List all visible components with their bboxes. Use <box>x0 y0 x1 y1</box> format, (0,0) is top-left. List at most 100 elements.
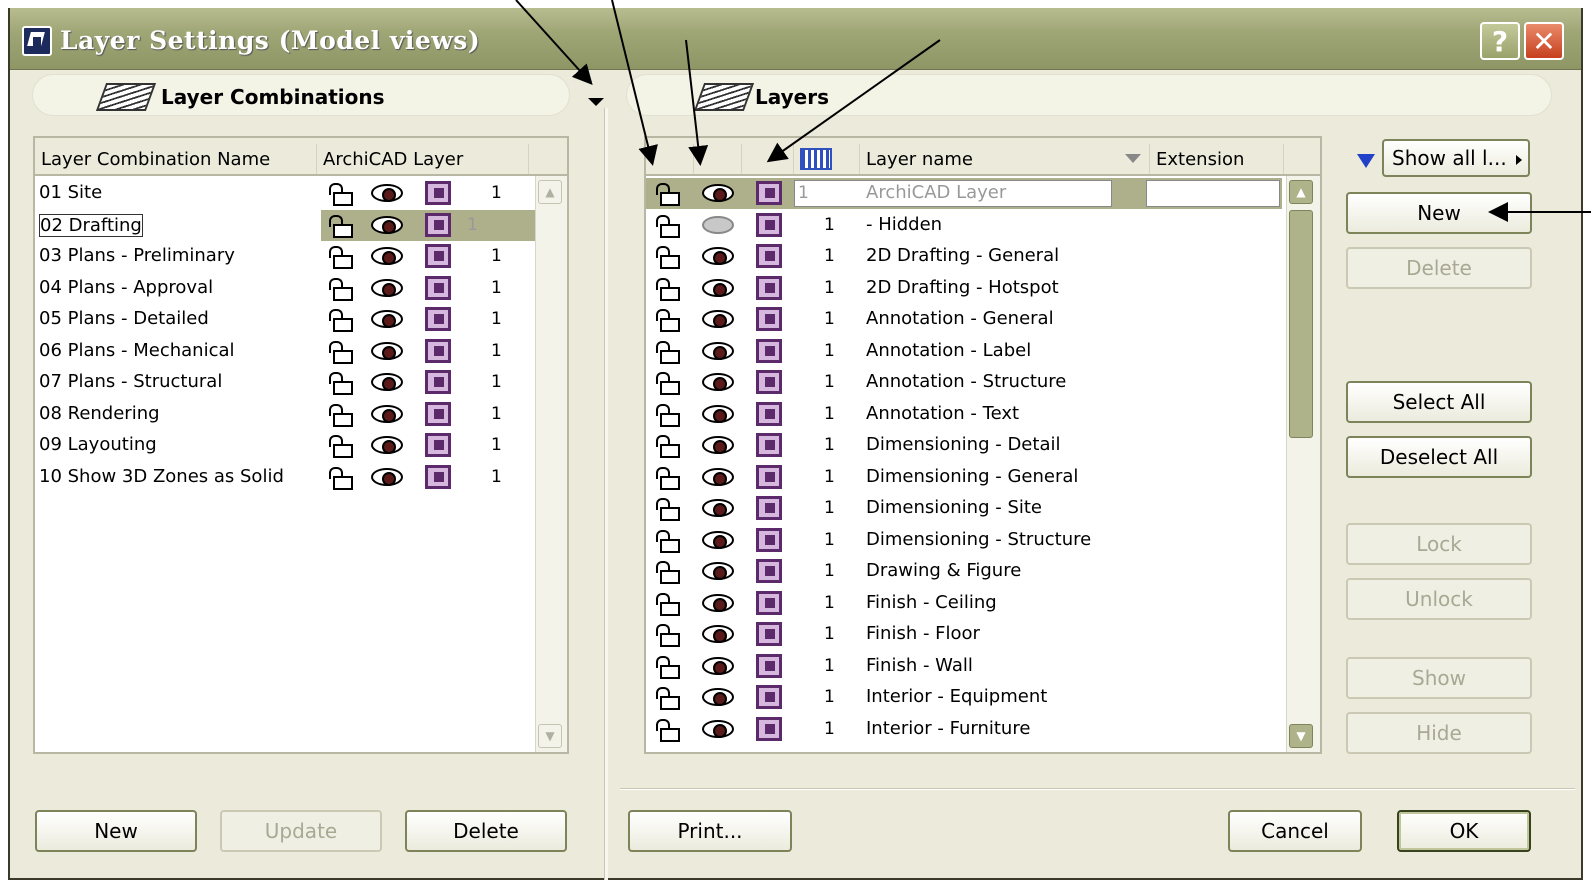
filter-icon[interactable] <box>1357 154 1375 168</box>
lock-icon[interactable] <box>654 561 680 584</box>
layer-row[interactable]: 1 2D Drafting - General <box>646 241 1282 272</box>
print-button[interactable]: Print... <box>628 810 792 852</box>
wireframe-icon[interactable] <box>756 559 782 583</box>
lock-icon[interactable] <box>654 498 680 521</box>
eye-icon[interactable] <box>702 562 734 580</box>
update-combination-button[interactable]: Update <box>220 810 382 852</box>
wireframe-icon[interactable] <box>756 527 782 552</box>
combination-row[interactable]: 02 Drafting 1 <box>35 209 537 241</box>
ok-button[interactable]: OK <box>1397 810 1531 852</box>
lock-icon[interactable] <box>654 687 680 710</box>
layer-row[interactable]: 1 Drawing & Figure <box>646 556 1282 587</box>
wireframe-icon[interactable] <box>756 653 782 678</box>
lock-icon[interactable] <box>327 183 353 206</box>
eye-icon[interactable] <box>702 499 734 517</box>
wireframe-icon[interactable] <box>425 212 451 237</box>
scroll-thumb[interactable] <box>1289 210 1313 438</box>
col-layer-name[interactable]: Layer name <box>860 144 1150 174</box>
lock-icon[interactable] <box>654 309 680 332</box>
wireframe-icon[interactable] <box>756 590 782 615</box>
lock-icon[interactable] <box>327 214 353 238</box>
show-filter-dropdown[interactable]: Show all l... <box>1382 139 1530 177</box>
col-combination-name[interactable]: Layer Combination Name <box>35 144 317 174</box>
eye-icon[interactable] <box>702 688 734 706</box>
lock-icon[interactable] <box>327 246 353 269</box>
eye-icon[interactable] <box>371 310 403 328</box>
eye-icon[interactable] <box>371 184 403 202</box>
wireframe-icon[interactable] <box>425 181 451 205</box>
eye-icon[interactable] <box>702 530 734 549</box>
deselect-all-button[interactable]: Deselect All <box>1346 436 1532 478</box>
wireframe-icon[interactable] <box>425 338 451 363</box>
layer-row[interactable]: 1 - Hidden <box>646 210 1282 241</box>
layer-row[interactable]: 1 Dimensioning - Site <box>646 493 1282 524</box>
wireframe-icon[interactable] <box>756 338 782 363</box>
col-extension[interactable]: Extension <box>1150 144 1284 174</box>
layer-row[interactable]: 1 Finish - Ceiling <box>646 588 1282 619</box>
close-button[interactable]: ✕ <box>1524 22 1564 60</box>
combination-row[interactable]: 03 Plans - Preliminary 1 <box>35 241 535 272</box>
delete-layer-button[interactable]: Delete <box>1346 247 1532 289</box>
layer-row[interactable]: 1 Annotation - Structure <box>646 367 1282 398</box>
eye-icon[interactable] <box>371 341 403 360</box>
eye-icon[interactable] <box>702 247 734 265</box>
layer-row[interactable]: 1 ArchiCAD Layer <box>646 178 1282 209</box>
eye-icon[interactable] <box>702 719 734 738</box>
lock-icon[interactable] <box>654 624 680 647</box>
eye-icon[interactable] <box>702 278 734 297</box>
lock-icon[interactable] <box>327 435 353 458</box>
wireframe-icon[interactable] <box>756 244 782 268</box>
eye-icon[interactable] <box>371 278 403 297</box>
eye-icon[interactable] <box>702 656 734 675</box>
layer-row[interactable]: 1 Dimensioning - Structure <box>646 525 1282 556</box>
wireframe-icon[interactable] <box>756 370 782 394</box>
col-intersection-group[interactable] <box>794 144 860 174</box>
eye-icon[interactable] <box>371 215 403 234</box>
combination-row[interactable]: 08 Rendering 1 <box>35 399 535 430</box>
combination-row[interactable]: 07 Plans - Structural 1 <box>35 367 535 398</box>
eye-icon[interactable] <box>371 373 403 391</box>
combination-row[interactable]: 04 Plans - Approval 1 <box>35 273 535 304</box>
wireframe-icon[interactable] <box>425 401 451 426</box>
eye-icon[interactable] <box>702 593 734 612</box>
lock-icon[interactable] <box>327 466 353 490</box>
unlock-button[interactable]: Unlock <box>1346 578 1532 620</box>
eye-icon[interactable] <box>702 436 734 454</box>
lock-icon[interactable] <box>654 592 680 616</box>
eye-icon[interactable] <box>702 373 734 391</box>
wireframe-icon[interactable] <box>756 212 782 237</box>
eye-icon[interactable] <box>702 404 734 423</box>
lock-icon[interactable] <box>654 655 680 679</box>
layer-row[interactable]: 1 Finish - Floor <box>646 619 1282 650</box>
wireframe-icon[interactable] <box>756 433 782 457</box>
eye-icon[interactable] <box>702 310 734 328</box>
combination-row[interactable]: 06 Plans - Mechanical 1 <box>35 336 535 367</box>
col-lock[interactable] <box>646 144 694 174</box>
lock-icon[interactable] <box>327 340 353 364</box>
lock-icon[interactable] <box>654 246 680 269</box>
delete-combination-button[interactable]: Delete <box>405 810 567 852</box>
scroll-down-icon[interactable]: ▼ <box>1289 724 1313 748</box>
wireframe-icon[interactable] <box>756 275 782 300</box>
eye-icon[interactable] <box>371 467 403 486</box>
lock-icon[interactable] <box>654 403 680 427</box>
wireframe-icon[interactable] <box>756 716 782 741</box>
eye-icon[interactable] <box>371 404 403 423</box>
lock-icon[interactable] <box>327 309 353 332</box>
lock-icon[interactable] <box>654 372 680 395</box>
combination-row[interactable]: 09 Layouting 1 <box>35 430 535 461</box>
wireframe-icon[interactable] <box>756 307 782 331</box>
combination-row[interactable]: 01 Site 1 <box>35 178 535 209</box>
combo-scrollbar[interactable]: ▲ ▼ <box>535 176 567 752</box>
wireframe-icon[interactable] <box>425 433 451 457</box>
wireframe-icon[interactable] <box>425 307 451 331</box>
col-visibility[interactable] <box>694 144 742 174</box>
wireframe-icon[interactable] <box>425 244 451 268</box>
col-wireframe[interactable] <box>742 144 794 174</box>
hide-button[interactable]: Hide <box>1346 712 1532 754</box>
lock-icon[interactable] <box>654 435 680 458</box>
eye-icon[interactable] <box>702 341 734 360</box>
wireframe-icon[interactable] <box>425 464 451 489</box>
scroll-up-icon[interactable]: ▲ <box>1289 180 1313 204</box>
layer-row[interactable]: 1 Dimensioning - General <box>646 462 1282 493</box>
